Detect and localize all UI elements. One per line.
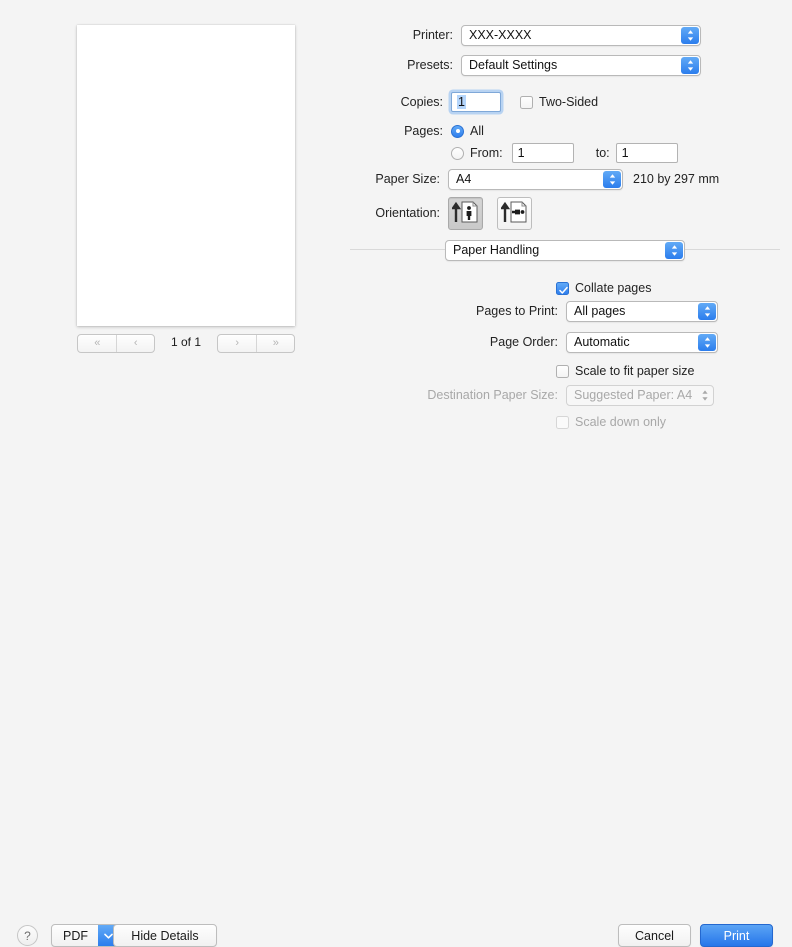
page-order-value: Automatic xyxy=(574,335,630,349)
orientation-portrait-button[interactable] xyxy=(448,196,483,230)
checkmark-icon xyxy=(559,284,568,294)
scale-down-only-row: Scale down only xyxy=(345,411,666,433)
pages-to-input[interactable]: 1 xyxy=(615,143,678,163)
checkbox-box xyxy=(556,364,569,378)
orientation-row: Orientation: xyxy=(345,196,532,230)
presets-label: Presets: xyxy=(407,58,453,72)
pages-all-row: Pages: All xyxy=(345,120,484,142)
pane-popup-value: Paper Handling xyxy=(453,243,540,257)
portrait-orientation-icon xyxy=(450,200,480,227)
paper-size-label: Paper Size: xyxy=(375,172,440,186)
paper-size-value: A4 xyxy=(456,172,472,186)
two-sided-checkbox[interactable]: Two-Sided xyxy=(520,95,598,109)
pages-from-label: From: xyxy=(470,146,503,160)
destination-paper-size-value: Suggested Paper: A4 xyxy=(574,388,693,402)
orientation-landscape-button[interactable] xyxy=(497,196,532,230)
radio-circle xyxy=(451,146,464,160)
printer-value: XXX-XXXX xyxy=(469,28,532,42)
pages-range-row: From: 1 to: 1 xyxy=(345,142,678,164)
cancel-button[interactable]: Cancel xyxy=(618,924,691,947)
pdf-menu-button[interactable]: PDF xyxy=(51,924,119,947)
page-order-popup[interactable]: Automatic xyxy=(566,331,718,353)
scale-to-fit-label: Scale to fit paper size xyxy=(575,364,695,378)
pages-from-input[interactable]: 1 xyxy=(511,143,574,163)
radio-circle xyxy=(451,124,464,138)
print-settings-pane: Printer: XXX-XXXX Presets: Default Setti… xyxy=(345,0,792,455)
presets-value: Default Settings xyxy=(469,58,558,72)
copies-value: 1 xyxy=(457,95,466,109)
pages-to-value: 1 xyxy=(621,146,629,160)
collate-row: Collate pages xyxy=(345,277,651,299)
chevron-updown-icon xyxy=(681,56,699,74)
preview-pagination: « ‹ 1 of 1 › » xyxy=(77,334,295,354)
pane-popup[interactable]: Paper Handling xyxy=(445,239,685,261)
scale-down-only-label: Scale down only xyxy=(575,415,667,429)
printer-label: Printer: xyxy=(412,28,453,42)
pages-to-label: to: xyxy=(595,146,610,160)
copies-input[interactable]: 1 xyxy=(451,92,501,112)
destination-paper-size-row: Destination Paper Size: Suggested Paper:… xyxy=(345,384,714,406)
presets-popup[interactable]: Default Settings xyxy=(461,54,701,76)
preview-page-thumbnail[interactable] xyxy=(77,25,295,326)
chevron-updown-icon xyxy=(603,170,621,188)
pages-to-print-label: Pages to Print: xyxy=(476,304,558,318)
orientation-label: Orientation: xyxy=(375,206,440,220)
page-order-label: Page Order: xyxy=(489,335,558,349)
checkbox-box xyxy=(556,415,569,429)
pages-to-print-popup[interactable]: All pages xyxy=(566,300,718,322)
pages-to-print-value: All pages xyxy=(574,304,626,318)
chevron-updown-icon xyxy=(698,333,716,351)
destination-paper-size-label: Destination Paper Size: xyxy=(427,388,558,402)
last-page-button[interactable]: » xyxy=(255,335,295,352)
pdf-button-label: PDF xyxy=(63,928,88,943)
chevron-updown-icon xyxy=(698,302,716,320)
paper-dimensions-note: 210 by 297 mm xyxy=(633,172,720,186)
pages-to-print-row: Pages to Print: All pages xyxy=(345,300,718,322)
collate-pages-checkbox[interactable]: Collate pages xyxy=(556,281,651,295)
checkbox-box xyxy=(520,95,533,109)
chevron-updown-icon xyxy=(665,241,683,259)
printer-row: Printer: XXX-XXXX xyxy=(345,24,701,46)
pagination-forward-group[interactable]: › » xyxy=(217,334,295,353)
presets-row: Presets: Default Settings xyxy=(345,54,701,76)
copies-row: Copies: 1 Two-Sided xyxy=(345,91,598,113)
pages-all-radio[interactable]: All xyxy=(451,124,484,138)
scale-down-only-checkbox: Scale down only xyxy=(556,415,666,429)
print-button[interactable]: Print xyxy=(700,924,773,947)
paper-size-row: Paper Size: A4 210 by 297 mm xyxy=(345,168,719,190)
pages-from-value: 1 xyxy=(517,146,525,160)
printer-popup[interactable]: XXX-XXXX xyxy=(461,24,701,46)
print-preview-pane: « ‹ 1 of 1 › » xyxy=(0,0,345,455)
two-sided-label: Two-Sided xyxy=(539,95,599,109)
destination-paper-size-popup: Suggested Paper: A4 xyxy=(566,384,714,406)
collate-pages-label: Collate pages xyxy=(575,281,652,295)
page-order-row: Page Order: Automatic xyxy=(345,331,718,353)
pages-from-radio[interactable]: From: xyxy=(451,146,503,160)
pages-all-label: All xyxy=(470,124,484,138)
checkbox-box xyxy=(556,281,569,295)
copies-label: Copies: xyxy=(400,95,443,109)
scale-to-fit-checkbox[interactable]: Scale to fit paper size xyxy=(556,364,695,378)
chevron-updown-icon xyxy=(681,26,699,44)
pages-label: Pages: xyxy=(404,124,443,138)
chevron-updown-icon xyxy=(701,389,709,405)
next-page-button[interactable]: › xyxy=(218,335,256,352)
help-button[interactable]: ? xyxy=(17,925,38,946)
dialog-footer: ? PDF Hide Details Cancel Print xyxy=(0,455,792,947)
hide-details-button[interactable]: Hide Details xyxy=(113,924,217,947)
pane-selector-row: Paper Handling xyxy=(445,239,685,261)
landscape-orientation-icon xyxy=(499,200,529,227)
scale-to-fit-row: Scale to fit paper size xyxy=(345,360,695,382)
paper-size-popup[interactable]: A4 xyxy=(448,168,623,190)
